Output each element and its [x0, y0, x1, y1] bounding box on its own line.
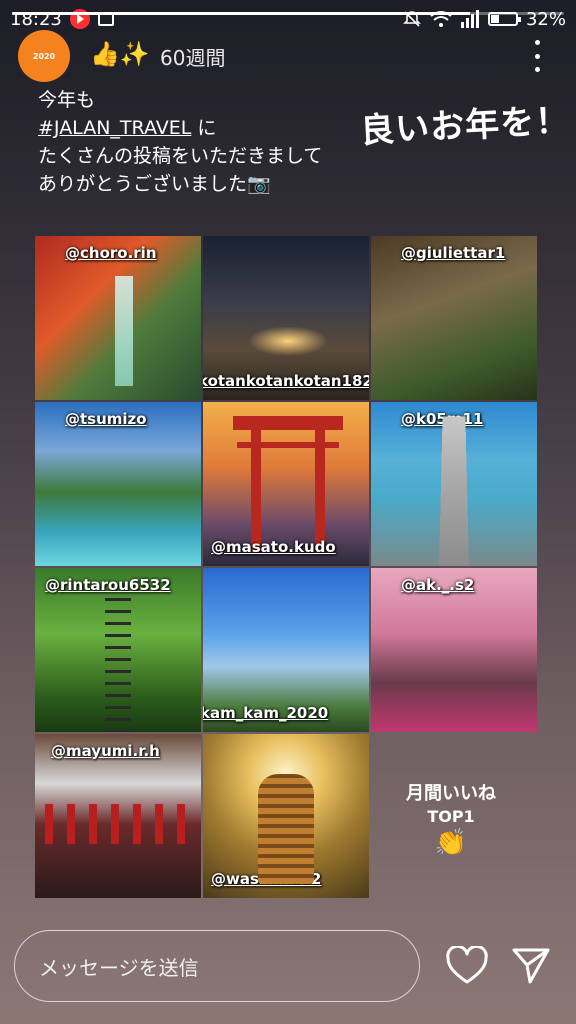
- photo-user-mention[interactable]: @rintarou6532: [45, 576, 171, 594]
- caption-line-4: ありがとうございました📷: [38, 173, 271, 195]
- photo-tile: @washima12: [203, 734, 369, 898]
- photo-tile: @tsumizo: [35, 402, 201, 566]
- message-input-placeholder: メッセージを送信: [39, 955, 199, 980]
- clapping-emoji: 👏: [434, 827, 468, 858]
- heart-icon: [446, 944, 488, 984]
- photo-tile: @masato.kudo: [203, 402, 369, 566]
- photo-tile: @kam_kam_2020: [203, 568, 369, 732]
- photo-user-mention[interactable]: @k05m11: [401, 410, 483, 428]
- message-input[interactable]: メッセージを送信: [14, 930, 420, 1002]
- photo-tile: @k05m11: [371, 402, 537, 566]
- photo-user-mention[interactable]: @kam_kam_2020: [203, 704, 328, 722]
- photo-tile: @kotankotankotan182: [203, 236, 369, 400]
- caption-line-1: 今年も: [38, 89, 96, 111]
- greeting-text: 良いお年を！: [359, 100, 572, 152]
- avatar-text: 2020: [32, 51, 56, 61]
- photo-tile: @giuliettar1: [371, 236, 537, 400]
- photo-tile: @mayumi.r.h: [35, 734, 201, 898]
- story-caption: 今年も #JALAN_TRAVEL に たくさんの投稿をいただきまして ありがと…: [38, 86, 322, 198]
- photo-user-mention[interactable]: @tsumizo: [65, 410, 147, 428]
- avatar[interactable]: 2020: [18, 30, 70, 82]
- status-bar: 18:23 32%: [0, 0, 576, 38]
- more-options-button[interactable]: [524, 40, 550, 72]
- monthly-likes-title: 月間いいね: [406, 782, 496, 804]
- photo-user-mention[interactable]: @masato.kudo: [211, 538, 336, 556]
- photo-tile: @rintarou6532: [35, 568, 201, 732]
- story-time-ago: 60週間: [160, 46, 226, 70]
- photo-user-mention[interactable]: @mayumi.r.h: [51, 742, 160, 760]
- more-icon-dot: [534, 67, 540, 72]
- monthly-likes-rank: TOP1: [427, 806, 475, 826]
- caption-line-3: たくさんの投稿をいただきまして: [38, 145, 323, 167]
- story-progress-fill: [12, 12, 471, 15]
- more-icon-dot: [534, 40, 540, 45]
- photo-user-mention[interactable]: @washima12: [211, 870, 321, 888]
- monthly-likes-badge: 月間いいね TOP1 👏: [368, 736, 534, 900]
- photo-tile: @ak._.s2: [371, 568, 537, 732]
- photo-tile: @choro.rin: [35, 236, 201, 400]
- sticker-emojis: 👍✨: [90, 40, 150, 68]
- send-icon: [512, 948, 550, 984]
- photo-user-mention[interactable]: @giuliettar1: [401, 244, 505, 262]
- photo-user-mention[interactable]: @ak._.s2: [401, 576, 474, 594]
- more-icon-dot: [534, 53, 540, 59]
- photo-user-mention[interactable]: @choro.rin: [65, 244, 157, 262]
- caption-line-2-suffix: に: [191, 117, 217, 139]
- like-button[interactable]: [446, 944, 488, 986]
- send-button[interactable]: [510, 946, 552, 986]
- hashtag-link[interactable]: #JALAN_TRAVEL: [38, 117, 191, 139]
- photo-user-mention[interactable]: @kotankotankotan182: [203, 372, 369, 390]
- story-progress-bar: [12, 12, 564, 15]
